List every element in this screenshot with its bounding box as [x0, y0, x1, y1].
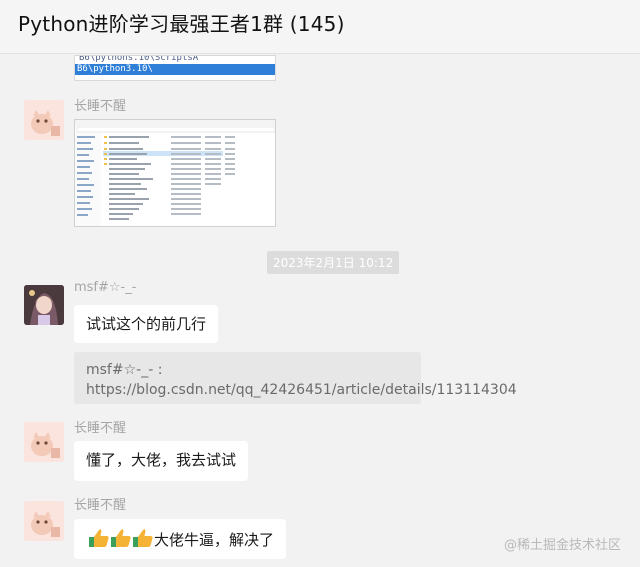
file-explorer-screenshot[interactable] [74, 119, 276, 227]
sender-name: msf#☆-_- [74, 280, 137, 295]
avatar[interactable] [24, 422, 64, 462]
thumbs-up-icon [111, 529, 131, 547]
more-options-icon[interactable] [541, 0, 559, 6]
message-bubble[interactable]: 大佬牛逼，解决了 [74, 519, 287, 559]
avatar[interactable] [24, 100, 64, 140]
quoted-message[interactable]: msf#☆-_- : https://blog.csdn.net/qq_4242… [74, 352, 517, 404]
screenshot-image-fragment[interactable]: B6\pythons.10\ScriptsA B6\python3.10\ [74, 55, 276, 81]
image-text-line-selected: B6\python3.10\ [75, 64, 275, 75]
image-text-line: B6\pythons.10\ScriptsA [79, 55, 199, 63]
file-explorer-image [75, 120, 275, 226]
chat-header: Python进阶学习最强王者1群 (145) [0, 0, 640, 54]
thumbs-up-icon [133, 529, 153, 547]
sender-name: 长睡不醒 [74, 498, 127, 513]
message-bubble[interactable]: 懂了，大佬，我去试试 [74, 441, 249, 481]
chat-title: Python进阶学习最强王者1群 (145) [18, 12, 345, 36]
avatar[interactable] [24, 501, 64, 541]
watermark: @稀土掘金技术社区 [504, 538, 622, 553]
cat-avatar-icon [24, 422, 64, 462]
sender-name: 长睡不醒 [74, 421, 127, 436]
anime-avatar-icon [24, 285, 64, 325]
cat-avatar-icon [24, 100, 64, 140]
thumbs-up-icon [89, 529, 109, 547]
message-bubble[interactable]: 试试这个的前几行 [74, 305, 219, 343]
message-timestamp: 2023年2月1日 10:12 [267, 251, 400, 274]
message-text: 大佬牛逼，解决了 [154, 531, 275, 549]
avatar[interactable] [24, 285, 64, 325]
message-list[interactable]: B6\pythons.10\ScriptsA B6\python3.10\ 长睡… [0, 55, 640, 567]
sender-name: 长睡不醒 [74, 99, 127, 114]
cat-avatar-icon [24, 501, 64, 541]
